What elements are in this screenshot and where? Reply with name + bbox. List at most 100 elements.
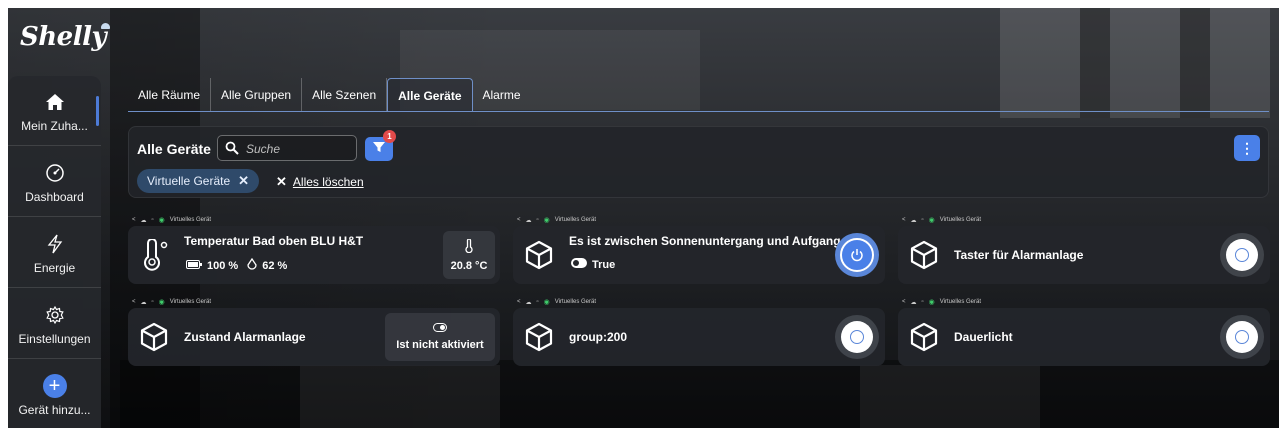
clear-all-link: Alles löschen: [292, 175, 364, 189]
state-value: True: [592, 258, 616, 271]
device-card-body[interactable]: Zustand Alarmanlage Ist nicht aktiviert: [128, 308, 500, 366]
share-icon: <: [132, 217, 136, 223]
humidity-icon: [247, 257, 257, 273]
sidebar-item-label: Mein Zuha...: [21, 118, 88, 133]
cloud-icon: ☁: [910, 217, 917, 224]
home-icon: [45, 89, 65, 115]
logo-cloud-icon: [101, 23, 110, 29]
humidity-value: 62 %: [262, 259, 288, 272]
sidebar-item-label: Dashboard: [25, 189, 84, 204]
tab-alarms[interactable]: Alarme: [473, 78, 531, 112]
device-card-body[interactable]: group:200: [513, 308, 885, 366]
power-button[interactable]: [1220, 315, 1264, 359]
sync-icon: ▫: [536, 217, 539, 223]
device-meta: < ☁ ▫ ◉ Virtuelles Gerät: [132, 214, 211, 226]
device-card-body[interactable]: Temperatur Bad oben BLU H&T 100 % 62 % 2…: [128, 226, 500, 284]
cube-icon: [908, 321, 940, 358]
virtual-device-label: Virtuelles Gerät: [554, 299, 597, 305]
device-status: True: [571, 258, 615, 271]
search-icon: [225, 141, 239, 160]
tab-all-devices[interactable]: Alle Geräte: [387, 78, 473, 112]
cube-icon: [138, 321, 170, 358]
close-icon: ✕: [276, 174, 287, 189]
share-icon: <: [517, 299, 521, 305]
cloud-icon: ☁: [525, 299, 532, 306]
page-title: Alle Geräte: [137, 141, 211, 157]
sidebar-item-add-device[interactable]: + Gerät hinzu...: [8, 360, 101, 430]
sidebar-item-home[interactable]: Mein Zuha...: [8, 76, 101, 146]
close-icon[interactable]: ✕: [238, 173, 249, 189]
device-status: 100 % 62 %: [186, 257, 288, 273]
sidebar-item-energy[interactable]: Energie: [8, 218, 101, 288]
device-name: Es ist zwischen Sonnenuntergang und Aufg…: [569, 234, 841, 248]
power-icon: [1226, 239, 1258, 271]
state-box: Ist nicht aktiviert: [385, 313, 495, 361]
device-card: < ☁ ▫ ◉ Virtuelles Gerät group:200: [513, 296, 885, 366]
device-card: < ☁ ▫ ◉ Virtuelles Gerät Taster für Alar…: [898, 214, 1270, 284]
chip-label: Virtuelle Geräte: [147, 174, 231, 188]
virtual-device-label: Virtuelles Gerät: [554, 217, 597, 223]
battery-icon: [186, 259, 202, 272]
device-card-body[interactable]: Es ist zwischen Sonnenuntergang und Aufg…: [513, 226, 885, 284]
clear-all-filters[interactable]: ✕ Alles löschen: [276, 174, 364, 190]
thermometer-icon: [138, 238, 170, 276]
virtual-device-label: Virtuelles Gerät: [169, 299, 212, 305]
shield-icon: ◉: [928, 299, 935, 306]
tab-all-scenes[interactable]: Alle Szenen: [302, 78, 388, 112]
device-card-body[interactable]: Taster für Alarmanlage: [898, 226, 1270, 284]
cloud-icon: ☁: [140, 299, 147, 306]
shelly-logo: Shelly: [20, 22, 107, 52]
sync-icon: ▫: [921, 217, 924, 223]
device-meta: < ☁ ▫ ◉ Virtuelles Gerät: [517, 214, 596, 226]
device-card: < ☁ ▫ ◉ Virtuelles Gerät Zustand Alarman…: [128, 296, 500, 366]
cube-icon: [523, 321, 555, 358]
device-meta: < ☁ ▫ ◉ Virtuelles Gerät: [902, 296, 981, 308]
lightning-icon: [47, 231, 63, 257]
tab-all-rooms[interactable]: Alle Räume: [128, 78, 212, 112]
active-indicator: [96, 96, 99, 126]
device-name: group:200: [569, 330, 628, 344]
virtual-device-label: Virtuelles Gerät: [939, 299, 982, 305]
power-icon: [840, 238, 874, 272]
temperature-value: 20.8 °C: [450, 259, 488, 272]
sidebar-item-settings[interactable]: Einstellungen: [8, 289, 101, 359]
sidebar-item-label: Gerät hinzu...: [18, 402, 91, 417]
device-card: < ☁ ▫ ◉ Virtuelles Gerät Dauerlicht: [898, 296, 1270, 366]
power-button[interactable]: [1220, 233, 1264, 277]
sync-icon: ▫: [536, 299, 539, 305]
thermometer-small-icon: [465, 237, 473, 256]
cloud-icon: ☁: [525, 217, 532, 224]
gauge-icon: [45, 160, 65, 186]
tab-all-groups[interactable]: Alle Gruppen: [211, 78, 303, 112]
device-meta: < ☁ ▫ ◉ Virtuelles Gerät: [132, 296, 211, 308]
sidebar-item-label: Einstellungen: [18, 331, 91, 346]
device-meta: < ☁ ▫ ◉ Virtuelles Gerät: [902, 214, 981, 226]
plus-icon: +: [42, 373, 67, 399]
temperature-box: 20.8 °C: [443, 231, 495, 279]
cloud-icon: ☁: [910, 299, 917, 306]
tab-bar: Alle Räume Alle Gruppen Alle Szenen Alle…: [128, 78, 531, 112]
sync-icon: ▫: [151, 299, 154, 305]
shield-icon: ◉: [543, 217, 550, 224]
cube-icon: [908, 239, 940, 276]
more-options-button[interactable]: ⋮: [1234, 135, 1260, 161]
shield-icon: ◉: [158, 299, 165, 306]
device-card-body[interactable]: Dauerlicht: [898, 308, 1270, 366]
search-input[interactable]: [246, 139, 351, 158]
search-box: [217, 135, 357, 161]
gear-icon: [45, 302, 65, 328]
power-button[interactable]: [835, 315, 879, 359]
device-card: < ☁ ▫ ◉ Virtuelles Gerät Es ist zwischen…: [513, 214, 885, 284]
virtual-device-label: Virtuelles Gerät: [939, 217, 982, 223]
filter-panel: Alle Geräte 1 ⋮ Virtuelle Geräte ✕ ✕ All…: [128, 126, 1269, 198]
power-button[interactable]: [835, 233, 879, 277]
device-card: < ☁ ▫ ◉ Virtuelles Gerät Temperatur Bad …: [128, 214, 500, 284]
power-icon: [1226, 321, 1258, 353]
power-icon: [841, 321, 873, 353]
cloud-icon: ☁: [140, 217, 147, 224]
toggle-icon: [433, 323, 447, 335]
sidebar-item-dashboard[interactable]: Dashboard: [8, 147, 101, 217]
sidebar: Mein Zuha... Dashboard Energie Einstellu…: [8, 76, 101, 436]
shield-icon: ◉: [158, 217, 165, 224]
tab-underline: [128, 111, 1269, 112]
